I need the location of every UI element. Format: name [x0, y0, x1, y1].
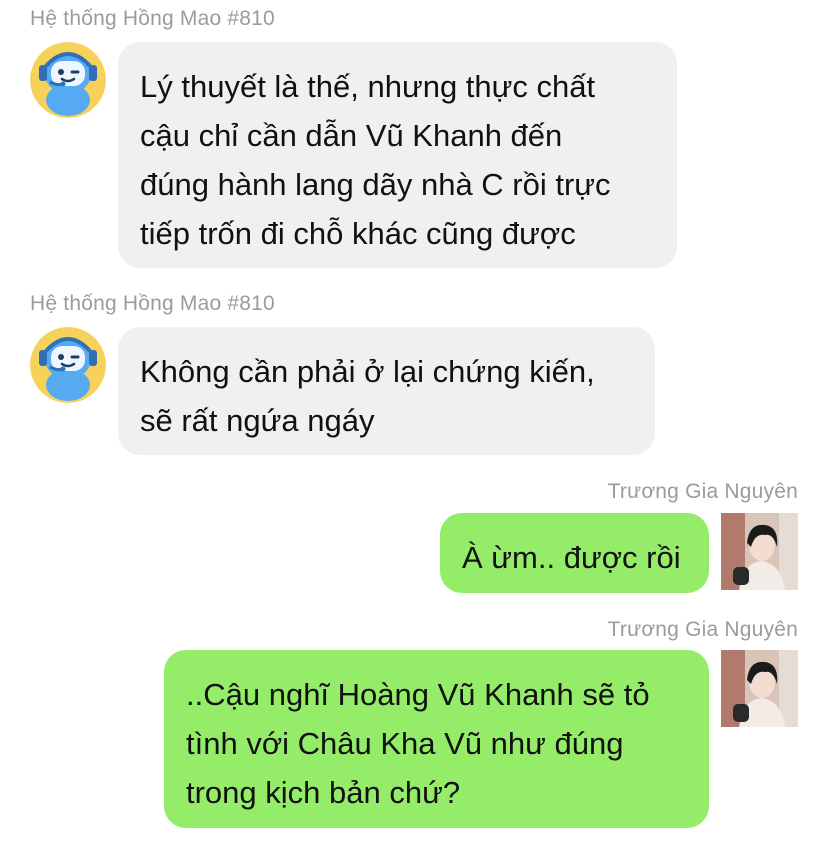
- sender-name: Trương Gia Nguyên: [607, 480, 798, 503]
- message-line: ..Cậu nghĩ Hoàng Vũ Khanh sẽ tỏ: [186, 677, 650, 712]
- bot-avatar[interactable]: [30, 42, 106, 118]
- message-line: trong kịch bản chứ?: [186, 775, 461, 810]
- message-line: sẽ rất ngứa ngáy: [140, 403, 375, 438]
- message-line: cậu chỉ cần dẫn Vũ Khanh đến: [140, 118, 563, 153]
- message-line: tình với Châu Kha Vũ như đúng: [186, 726, 624, 761]
- message-line: À ừm.. được rồi: [462, 540, 681, 575]
- user-photo-avatar: [721, 650, 798, 727]
- message-line: Không cần phải ở lại chứng kiến,: [140, 354, 595, 389]
- message-bubble-incoming[interactable]: Không cần phải ở lại chứng kiến, sẽ rất …: [118, 327, 655, 455]
- sender-name: Hệ thống Hồng Mao #810: [30, 7, 275, 30]
- robot-mascot-icon: [30, 42, 106, 118]
- bot-avatar[interactable]: [30, 327, 106, 403]
- user-photo-avatar: [721, 513, 798, 590]
- message-line: tiếp trốn đi chỗ khác cũng được: [140, 216, 576, 251]
- message-bubble-incoming[interactable]: Lý thuyết là thế, nhưng thực chất cậu ch…: [118, 42, 677, 268]
- sender-name: Hệ thống Hồng Mao #810: [30, 292, 275, 315]
- message-bubble-outgoing[interactable]: À ừm.. được rồi: [440, 513, 709, 593]
- user-avatar[interactable]: [721, 513, 798, 590]
- message-line: Lý thuyết là thế, nhưng thực chất: [140, 69, 596, 104]
- robot-mascot-icon: [30, 327, 106, 403]
- message-line: đúng hành lang dãy nhà C rồi trực: [140, 167, 611, 202]
- sender-name: Trương Gia Nguyên: [607, 618, 798, 641]
- chat-thread: Hệ thống Hồng Mao #810 Lý thuyết là thế,…: [0, 0, 828, 843]
- message-bubble-outgoing[interactable]: ..Cậu nghĩ Hoàng Vũ Khanh sẽ tỏ tình với…: [164, 650, 709, 828]
- user-avatar[interactable]: [721, 650, 798, 727]
